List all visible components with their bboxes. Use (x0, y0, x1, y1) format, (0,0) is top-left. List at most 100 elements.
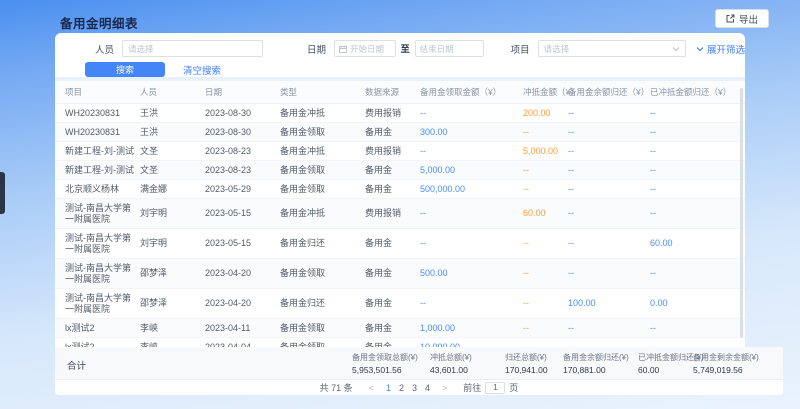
table-cell: -- (568, 338, 650, 348)
table-cell: 2023-04-11 (205, 319, 280, 338)
table-cell: 备用金领取 (280, 180, 365, 199)
table-cell: 0.00 (650, 289, 745, 319)
table-row: 测试-南昌大学第一附属医院邵梦泽2023-04-20备用金领取备用金500.00… (55, 259, 745, 289)
summary-item: 备用金余额归还(¥) 170,881.00 (563, 352, 638, 375)
table-cell: 2023-08-30 (205, 123, 280, 142)
page-number-button[interactable]: 3 (408, 383, 421, 393)
table-cell: 备用金冲抵 (280, 142, 365, 161)
table-cell: 备用金 (365, 289, 420, 319)
project-filter-select[interactable]: 请选择 (538, 40, 686, 57)
table-cell: 2023-05-15 (205, 199, 280, 229)
table-cell: -- (650, 259, 745, 289)
summary-item-label: 备用金余额归还(¥) (563, 352, 638, 363)
filter-section: 人员 日期 开始日期 至 结束日期 项目 请选择 (55, 33, 745, 77)
table-cell: 备用金领取 (280, 123, 365, 142)
summary-item-label: 已冲抵金额归还(¥) (638, 352, 693, 363)
table-cell: 500,000.00 (420, 180, 523, 199)
date-separator-label: 至 (401, 42, 410, 55)
table-row: 北京顺义杨林满金娜2023-05-29备用金领取备用金500,000.00---… (55, 180, 745, 199)
table-cell: lx测试2 (55, 319, 140, 338)
summary-total-label: 合计 (67, 358, 86, 372)
chevron-down-icon (672, 46, 680, 52)
summary-row: 合计 备用金领取总额(¥)5,953,501.56冲抵总额(¥)43,601.0… (55, 347, 783, 380)
summary-item: 备用金领取总额(¥)5,953,501.56 (352, 352, 430, 375)
summary-items: 备用金领取总额(¥)5,953,501.56冲抵总额(¥)43,601.00归还… (352, 352, 783, 375)
date-end-placeholder: 结束日期 (420, 43, 454, 55)
table-cell: -- (523, 319, 568, 338)
table-column-header: 日期 (205, 81, 280, 104)
table-cell: -- (650, 338, 745, 348)
export-button[interactable]: 导出 (715, 9, 769, 28)
table-cell: -- (568, 319, 650, 338)
table-cell: -- (650, 123, 745, 142)
table-cell: -- (523, 123, 568, 142)
sidebar-collapse-handle[interactable] (0, 172, 5, 214)
summary-item-label: 冲抵总额(¥) (430, 352, 505, 363)
table-cell: -- (650, 161, 745, 180)
page-number-button[interactable]: 4 (421, 383, 434, 393)
table-cell: -- (568, 180, 650, 199)
export-icon (726, 14, 735, 23)
table-cell: 满金娜 (140, 180, 205, 199)
pagination-total: 共 71 条 (320, 381, 353, 394)
search-button[interactable]: 搜索 (85, 62, 165, 77)
table-scrollbar[interactable] (740, 88, 743, 338)
table-cell: 测试-南昌大学第一附属医院 (55, 229, 140, 259)
pagination: 共 71 条 < 1234 > 前往 页 (55, 380, 783, 395)
table-cell: 60.00 (523, 199, 568, 229)
petty-cash-detail-page: 备用金明细表 导出 人员 日期 开始日期 至 结束日期 (0, 0, 800, 409)
table-cell: -- (650, 199, 745, 229)
person-filter-input[interactable] (122, 40, 263, 57)
summary-item: 已冲抵金额归还(¥)60.00 (638, 352, 693, 375)
table-column-header: 冲抵金额（¥） (523, 81, 568, 104)
table-column-header: 人员 (140, 81, 205, 104)
table-cell: -- (568, 142, 650, 161)
table-cell: 王洪 (140, 104, 205, 123)
table-cell: 测试-南昌大学第一附属医院 (55, 259, 140, 289)
table-cell: 1,000.00 (420, 319, 523, 338)
summary-item: 归还总额(¥)170,941.00 (505, 352, 563, 375)
prev-page-button[interactable]: < (366, 383, 377, 393)
table-cell: 2023-04-04 (205, 338, 280, 348)
table-cell: -- (420, 199, 523, 229)
table-row: 测试-南昌大学第一附属医院邵梦泽2023-04-20备用金归还备用金----10… (55, 289, 745, 319)
table-row: 新建工程-刘-测试文圣2023-08-23备用金领取备用金5,000.00---… (55, 161, 745, 180)
table-cell: 测试-南昌大学第一附属医院 (55, 289, 140, 319)
table-cell: 备用金 (365, 319, 420, 338)
table-cell: 5,000.00 (523, 142, 568, 161)
table-cell: 新建工程-刘-测试 (55, 161, 140, 180)
table-cell: 费用报销 (365, 199, 420, 229)
page-number-button[interactable]: 1 (382, 383, 395, 393)
table-cell: -- (523, 338, 568, 348)
table-cell: 刘宇明 (140, 199, 205, 229)
table-column-header: 项目 (55, 81, 140, 104)
project-filter-label: 项目 (511, 42, 530, 56)
next-page-button[interactable]: > (439, 383, 450, 393)
table-cell: -- (568, 123, 650, 142)
table-cell: -- (420, 104, 523, 123)
table-cell: 备用金 (365, 338, 420, 348)
table-cell: -- (523, 180, 568, 199)
table-cell: 测试-南昌大学第一附属医院 (55, 199, 140, 229)
table-cell: 备用金领取 (280, 319, 365, 338)
table-cell: 王洪 (140, 123, 205, 142)
table-cell: 新建工程-刘-测试 (55, 142, 140, 161)
clear-search-link[interactable]: 清空搜索 (183, 63, 221, 77)
table-cell: 备用金领取 (280, 338, 365, 348)
date-start-input[interactable]: 开始日期 (334, 40, 396, 57)
table-row: 测试-南昌大学第一附属医院刘宇明2023-05-15备用金归还备用金------… (55, 229, 745, 259)
table-row: 测试-南昌大学第一附属医院刘宇明2023-05-15备用金冲抵费用报销--60.… (55, 199, 745, 229)
expand-filters-link[interactable]: 展开筛选 (696, 42, 745, 56)
page-number-button[interactable]: 2 (395, 383, 408, 393)
date-end-input[interactable]: 结束日期 (415, 40, 484, 57)
table-cell: -- (523, 259, 568, 289)
table-cell: 500.00 (420, 259, 523, 289)
table-cell: 60.00 (650, 229, 745, 259)
summary-item-value: 170,881.00 (563, 365, 638, 375)
table-cell: 李峡 (140, 319, 205, 338)
goto-page-input[interactable] (485, 382, 505, 394)
table-cell: -- (568, 229, 650, 259)
table-cell: 备用金领取 (280, 161, 365, 180)
table-cell: -- (420, 289, 523, 319)
table-cell: 备用金 (365, 259, 420, 289)
